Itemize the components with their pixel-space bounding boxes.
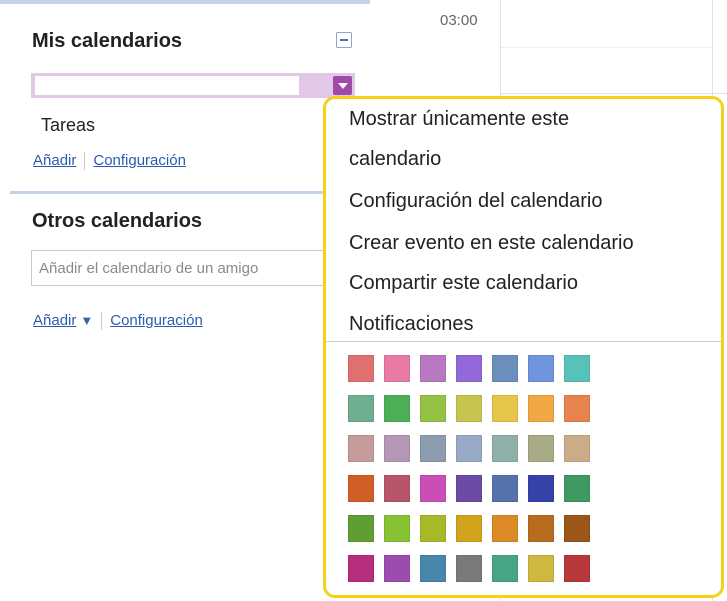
color-swatch[interactable]: [528, 475, 554, 502]
other-calendars-title[interactable]: Otros calendarios: [32, 210, 202, 233]
link-separator: [101, 312, 103, 331]
color-swatch[interactable]: [456, 435, 482, 462]
hour-line: [501, 93, 727, 94]
color-swatch[interactable]: [564, 555, 590, 582]
calendar-context-menu: Mostrar únicamente este calendario Confi…: [323, 96, 724, 598]
color-swatch[interactable]: [492, 355, 518, 382]
my-calendars-title[interactable]: Mis calendarios: [32, 30, 182, 53]
color-swatch[interactable]: [420, 555, 446, 582]
color-swatch[interactable]: [384, 355, 410, 382]
menu-item-show-only-this[interactable]: Mostrar únicamente este: [349, 108, 569, 131]
add-other-calendar-link[interactable]: Añadir: [33, 312, 76, 329]
color-swatch[interactable]: [564, 395, 590, 422]
link-separator: [84, 152, 86, 171]
menu-item-notifications[interactable]: Notificaciones: [349, 313, 474, 336]
add-dropdown-icon[interactable]: ▼: [80, 313, 93, 328]
color-swatch[interactable]: [492, 475, 518, 502]
color-swatch[interactable]: [348, 475, 374, 502]
color-swatch[interactable]: [420, 515, 446, 542]
menu-item-calendar-settings[interactable]: Configuración del calendario: [349, 190, 603, 213]
color-swatch[interactable]: [492, 395, 518, 422]
color-swatch[interactable]: [384, 395, 410, 422]
tasks-calendar-label[interactable]: Tareas: [41, 115, 95, 136]
color-swatch[interactable]: [384, 515, 410, 542]
collapse-icon[interactable]: [336, 32, 352, 48]
add-calendar-link[interactable]: Añadir: [33, 152, 76, 169]
other-calendars-settings-link[interactable]: Configuración: [110, 312, 203, 329]
color-swatch[interactable]: [528, 395, 554, 422]
color-swatch[interactable]: [564, 515, 590, 542]
color-swatch[interactable]: [528, 435, 554, 462]
color-swatch[interactable]: [564, 435, 590, 462]
color-swatch[interactable]: [456, 475, 482, 502]
my-calendar-row[interactable]: [31, 73, 355, 98]
my-calendars-links: Añadir Configuración: [33, 152, 186, 171]
menu-item-show-only-this-line2[interactable]: calendario: [349, 148, 441, 171]
color-swatch[interactable]: [384, 435, 410, 462]
color-swatch[interactable]: [528, 555, 554, 582]
color-swatch[interactable]: [456, 515, 482, 542]
color-swatch[interactable]: [384, 555, 410, 582]
color-swatch[interactable]: [528, 355, 554, 382]
color-swatch[interactable]: [456, 555, 482, 582]
calendar-name[interactable]: [35, 76, 299, 95]
color-swatch[interactable]: [348, 515, 374, 542]
color-swatch[interactable]: [348, 355, 374, 382]
color-swatch[interactable]: [348, 555, 374, 582]
color-swatch[interactable]: [348, 435, 374, 462]
color-swatch[interactable]: [528, 515, 554, 542]
color-swatch[interactable]: [348, 395, 374, 422]
calendar-dropdown-arrow-icon[interactable]: [333, 76, 352, 95]
color-swatch[interactable]: [420, 395, 446, 422]
color-swatch[interactable]: [420, 355, 446, 382]
menu-separator: [326, 341, 721, 342]
menu-item-share-calendar[interactable]: Compartir este calendario: [349, 272, 578, 295]
half-hour-line: [501, 47, 712, 48]
color-swatch[interactable]: [564, 355, 590, 382]
color-swatch[interactable]: [492, 435, 518, 462]
color-swatch[interactable]: [564, 475, 590, 502]
time-label: 03:00: [440, 12, 478, 29]
menu-item-create-event[interactable]: Crear evento en este calendario: [349, 232, 634, 255]
other-calendars-links: Añadir ▼ Configuración: [33, 312, 203, 331]
sidebar: Mis calendarios Tareas Añadir Configuraci…: [0, 0, 370, 601]
color-swatch[interactable]: [456, 395, 482, 422]
section-divider: [10, 191, 370, 194]
color-swatch[interactable]: [420, 475, 446, 502]
color-swatch[interactable]: [456, 355, 482, 382]
sidebar-top-border: [0, 0, 370, 4]
color-swatch[interactable]: [420, 435, 446, 462]
color-swatch[interactable]: [384, 475, 410, 502]
color-swatch[interactable]: [492, 515, 518, 542]
color-swatch[interactable]: [492, 555, 518, 582]
my-calendars-settings-link[interactable]: Configuración: [93, 152, 186, 169]
friend-calendar-input[interactable]: Añadir el calendario de un amigo: [31, 250, 331, 286]
